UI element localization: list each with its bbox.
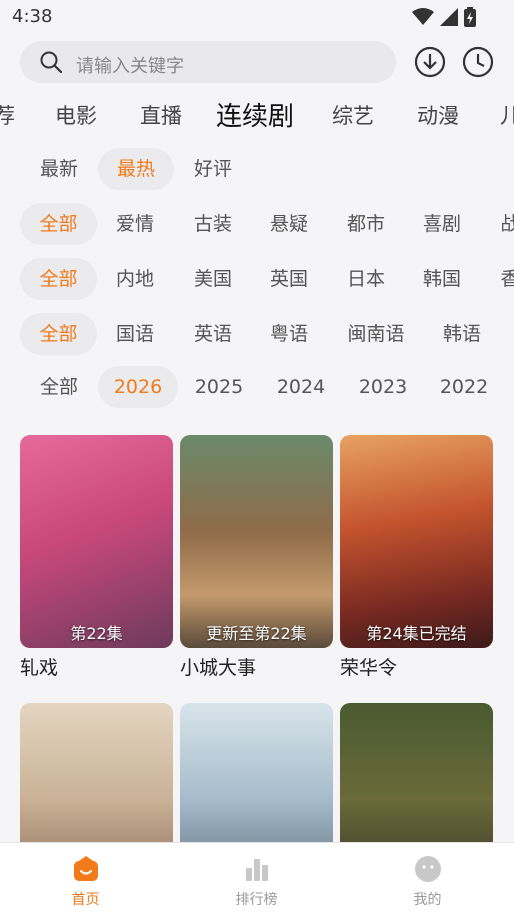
ranking-icon — [246, 859, 268, 881]
tab-recommend[interactable]: 荐 — [0, 100, 15, 130]
language-chip-mandarin[interactable]: 国语 — [104, 313, 166, 355]
search-icon — [40, 51, 62, 73]
region-chip-korea[interactable]: 韩国 — [411, 258, 473, 300]
language-chip-korean[interactable]: 韩语 — [431, 313, 493, 355]
year-filter-row: 全部 2026 2025 2024 2023 2022 — [0, 366, 514, 408]
nav-label-home: 首页 — [71, 892, 100, 908]
nav-label-ranking: 排行榜 — [235, 892, 278, 908]
nav-item-ranking[interactable]: 排行榜 — [171, 843, 342, 914]
genre-chip-urban[interactable]: 都市 — [335, 203, 397, 245]
language-filter-row: 全部 国语 英语 粤语 闽南语 韩语 — [0, 313, 514, 355]
tab-kids[interactable]: 儿 — [500, 100, 514, 130]
nav-item-home[interactable]: 首页 — [0, 843, 171, 914]
search-input[interactable]: 请输入关键字 — [20, 41, 396, 83]
language-chip-minnan[interactable]: 闽南语 — [340, 313, 412, 355]
year-chip-2023[interactable]: 2023 — [352, 366, 414, 408]
download-icon[interactable] — [414, 46, 446, 78]
poster-caption: 更新至第22集 — [206, 624, 307, 643]
card-title: 荣华令 — [340, 657, 398, 679]
tab-anime[interactable]: 动漫 — [417, 100, 459, 130]
language-chip-cantonese[interactable]: 粤语 — [258, 313, 320, 355]
card-title: 小城大事 — [180, 657, 257, 679]
search-placeholder: 请输入关键字 — [76, 56, 184, 77]
region-chip-all[interactable]: 全部 — [20, 258, 97, 300]
tab-movie[interactable]: 电影 — [55, 100, 97, 130]
genre-chip-war[interactable]: 战 — [490, 203, 514, 245]
poster-image: 更新至第22集 — [180, 435, 333, 648]
region-chip-usa[interactable]: 美国 — [182, 258, 244, 300]
sort-chip-rating[interactable]: 好评 — [182, 148, 244, 190]
category-tabs: 荐 电影 直播 连续剧 综艺 动漫 儿 — [0, 96, 514, 136]
genre-chip-romance[interactable]: 爱情 — [104, 203, 166, 245]
nav-label-profile: 我的 — [413, 892, 442, 908]
bottom-nav: 首页 排行榜 我的 — [0, 842, 514, 914]
region-chip-uk[interactable]: 英国 — [258, 258, 320, 300]
poster-image: 第24集已完结 — [340, 435, 493, 648]
region-chip-mainland[interactable]: 内地 — [104, 258, 166, 300]
language-chip-all[interactable]: 全部 — [20, 313, 97, 355]
year-chip-2022[interactable]: 2022 — [433, 366, 495, 408]
status-icons — [412, 7, 476, 27]
tab-variety[interactable]: 综艺 — [332, 100, 374, 130]
sort-filter-row: 最新 最热 好评 — [0, 148, 514, 190]
region-chip-japan[interactable]: 日本 — [335, 258, 397, 300]
region-filter-row: 全部 内地 美国 英国 日本 韩国 香 — [0, 258, 514, 300]
year-chip-2026[interactable]: 2026 — [98, 366, 178, 408]
genre-chip-costume[interactable]: 古装 — [182, 203, 244, 245]
tab-live[interactable]: 直播 — [140, 100, 182, 130]
search-row: 请输入关键字 — [0, 40, 514, 88]
genre-chip-all[interactable]: 全部 — [20, 203, 97, 245]
card-title: 轧戏 — [20, 657, 59, 679]
poster-caption: 第22集 — [70, 624, 123, 643]
history-icon[interactable] — [462, 46, 494, 78]
poster-caption: 第24集已完结 — [366, 624, 467, 643]
battery-icon — [464, 7, 476, 27]
home-icon — [74, 856, 98, 881]
genre-chip-mystery[interactable]: 悬疑 — [258, 203, 320, 245]
year-chip-all[interactable]: 全部 — [28, 366, 90, 408]
region-chip-hongkong[interactable]: 香 — [490, 258, 514, 300]
genre-filter-row: 全部 爱情 古装 悬疑 都市 喜剧 战 — [0, 203, 514, 245]
year-chip-2024[interactable]: 2024 — [270, 366, 332, 408]
profile-icon — [415, 856, 441, 882]
year-chip-2025[interactable]: 2025 — [188, 366, 250, 408]
nav-item-profile[interactable]: 我的 — [342, 843, 513, 914]
status-bar: 4:38 — [0, 0, 514, 34]
genre-chip-comedy[interactable]: 喜剧 — [411, 203, 473, 245]
tab-series[interactable]: 连续剧 — [216, 96, 294, 133]
poster-image: 第22集 — [20, 435, 173, 648]
wifi-icon — [412, 8, 434, 25]
sort-chip-hottest[interactable]: 最热 — [98, 148, 174, 190]
signal-icon — [440, 8, 458, 26]
sort-chip-latest[interactable]: 最新 — [28, 148, 90, 190]
status-time: 4:38 — [12, 6, 53, 27]
language-chip-english[interactable]: 英语 — [182, 313, 244, 355]
